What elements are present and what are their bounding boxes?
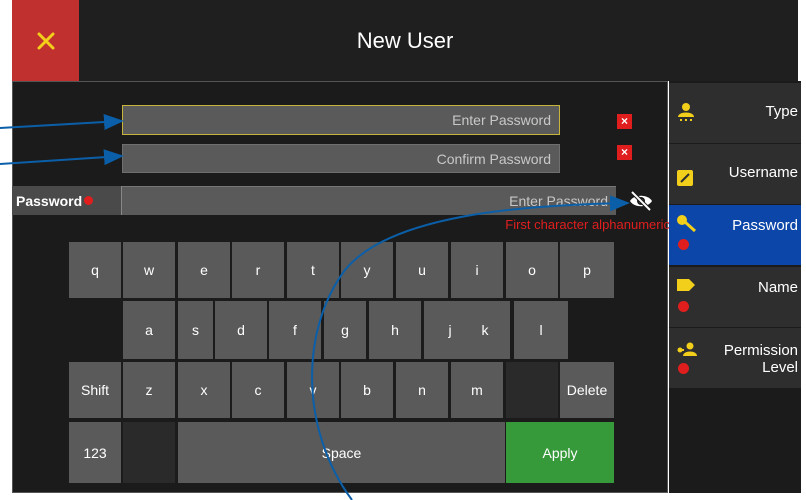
annotation-arrow [311,195,630,500]
annotation-overlay [0,114,630,500]
annotation-arrow [0,114,124,131]
annotation-arrow [0,149,124,166]
